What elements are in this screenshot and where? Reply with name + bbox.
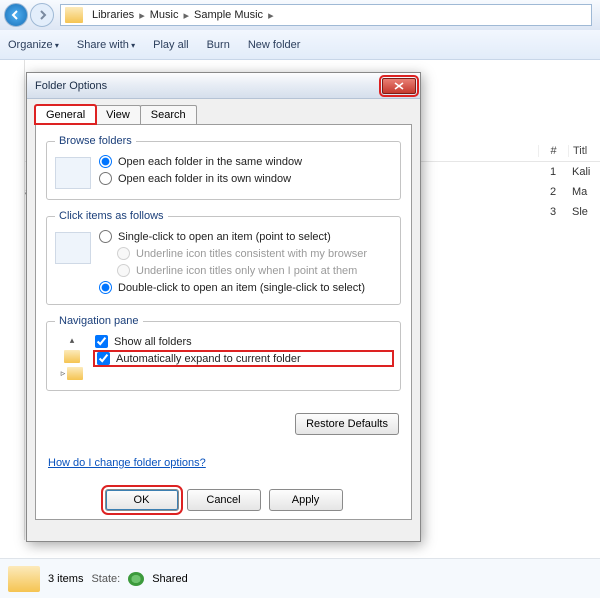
close-button[interactable] [382, 78, 416, 94]
column-track[interactable]: # [538, 145, 568, 157]
folder-icon [8, 566, 40, 592]
single-click-radio[interactable] [99, 230, 112, 243]
dialog-buttons: OK Cancel Apply [36, 489, 411, 511]
show-all-folders-checkbox[interactable] [95, 335, 108, 348]
tab-view[interactable]: View [95, 105, 141, 124]
browse-folders-group: Browse folders Open each folder in the s… [46, 135, 401, 200]
cursor-icon [55, 232, 91, 264]
folder-options-dialog: Folder Options General View Search Brows… [26, 72, 421, 542]
tree-icons: ▴ ▹ [55, 335, 89, 380]
folder-icon [64, 350, 80, 363]
tab-general[interactable]: General [35, 105, 96, 124]
newfolder-button[interactable]: New folder [248, 39, 301, 51]
ok-button[interactable]: OK [105, 489, 179, 511]
chevron-right-icon: ▸ [181, 9, 191, 22]
chevron-right-icon: ▸ [266, 9, 276, 22]
state-value: Shared [152, 573, 187, 585]
crumb-libraries[interactable]: Libraries [89, 9, 137, 21]
cancel-button[interactable]: Cancel [187, 489, 261, 511]
item-count: 3 items [48, 573, 83, 585]
arrow-right-icon [36, 9, 48, 21]
back-button[interactable] [4, 3, 28, 27]
crumb-music[interactable]: Music [147, 9, 182, 21]
crumb-sample-music[interactable]: Sample Music [191, 9, 266, 21]
nav-bar: Libraries ▸ Music ▸ Sample Music ▸ [0, 0, 600, 30]
caret-down-icon: ▴ [70, 335, 75, 346]
browse-legend: Browse folders [55, 135, 136, 147]
navigation-pane-group: Navigation pane ▴ ▹ Show all folders Aut… [46, 315, 401, 391]
underline-browser-option: Underline icon titles consistent with my… [117, 247, 392, 260]
click-legend: Click items as follows [55, 210, 168, 222]
auto-expand-option[interactable]: Automatically expand to current folder [95, 352, 392, 365]
navigation-pane [0, 60, 25, 540]
open-same-window-radio[interactable] [99, 155, 112, 168]
open-same-window-option[interactable]: Open each folder in the same window [99, 155, 392, 168]
tab-body: Browse folders Open each folder in the s… [35, 124, 412, 520]
folder-icon [65, 7, 83, 23]
playall-button[interactable]: Play all [153, 39, 188, 51]
open-own-window-radio[interactable] [99, 172, 112, 185]
underline-point-radio [117, 264, 130, 277]
double-click-option[interactable]: Double-click to open an item (single-cli… [99, 281, 392, 294]
forward-button[interactable] [30, 3, 54, 27]
restore-defaults-button[interactable]: Restore Defaults [295, 413, 399, 435]
command-bar: Organize Share with Play all Burn New fo… [0, 30, 600, 60]
details-pane: 3 items State: Shared [0, 558, 600, 598]
organize-menu[interactable]: Organize [8, 39, 59, 51]
caret-right-icon: ▹ [61, 368, 66, 379]
double-click-radio[interactable] [99, 281, 112, 294]
apply-button[interactable]: Apply [269, 489, 343, 511]
auto-expand-checkbox[interactable] [97, 352, 110, 365]
state-label: State: [91, 573, 120, 585]
chevron-right-icon: ▸ [137, 9, 147, 22]
arrow-left-icon [10, 9, 22, 21]
shared-icon [128, 572, 144, 586]
open-own-window-option[interactable]: Open each folder in its own window [99, 172, 392, 185]
address-bar[interactable]: Libraries ▸ Music ▸ Sample Music ▸ [60, 4, 592, 26]
help-link[interactable]: How do I change folder options? [48, 457, 206, 469]
close-icon [394, 82, 404, 90]
dialog-titlebar[interactable]: Folder Options [27, 73, 420, 99]
navpane-legend: Navigation pane [55, 315, 143, 327]
underline-point-option: Underline icon titles only when I point … [117, 264, 392, 277]
share-menu[interactable]: Share with [77, 39, 135, 51]
window-icon [55, 157, 91, 189]
tab-strip: General View Search [35, 105, 420, 124]
burn-button[interactable]: Burn [207, 39, 230, 51]
dialog-title: Folder Options [35, 80, 382, 92]
tab-search[interactable]: Search [140, 105, 197, 124]
column-title[interactable]: Titl [568, 145, 600, 157]
click-items-group: Click items as follows Single-click to o… [46, 210, 401, 305]
underline-browser-radio [117, 247, 130, 260]
folder-icon [67, 367, 83, 380]
single-click-option[interactable]: Single-click to open an item (point to s… [99, 230, 392, 243]
show-all-folders-option[interactable]: Show all folders [95, 335, 392, 348]
